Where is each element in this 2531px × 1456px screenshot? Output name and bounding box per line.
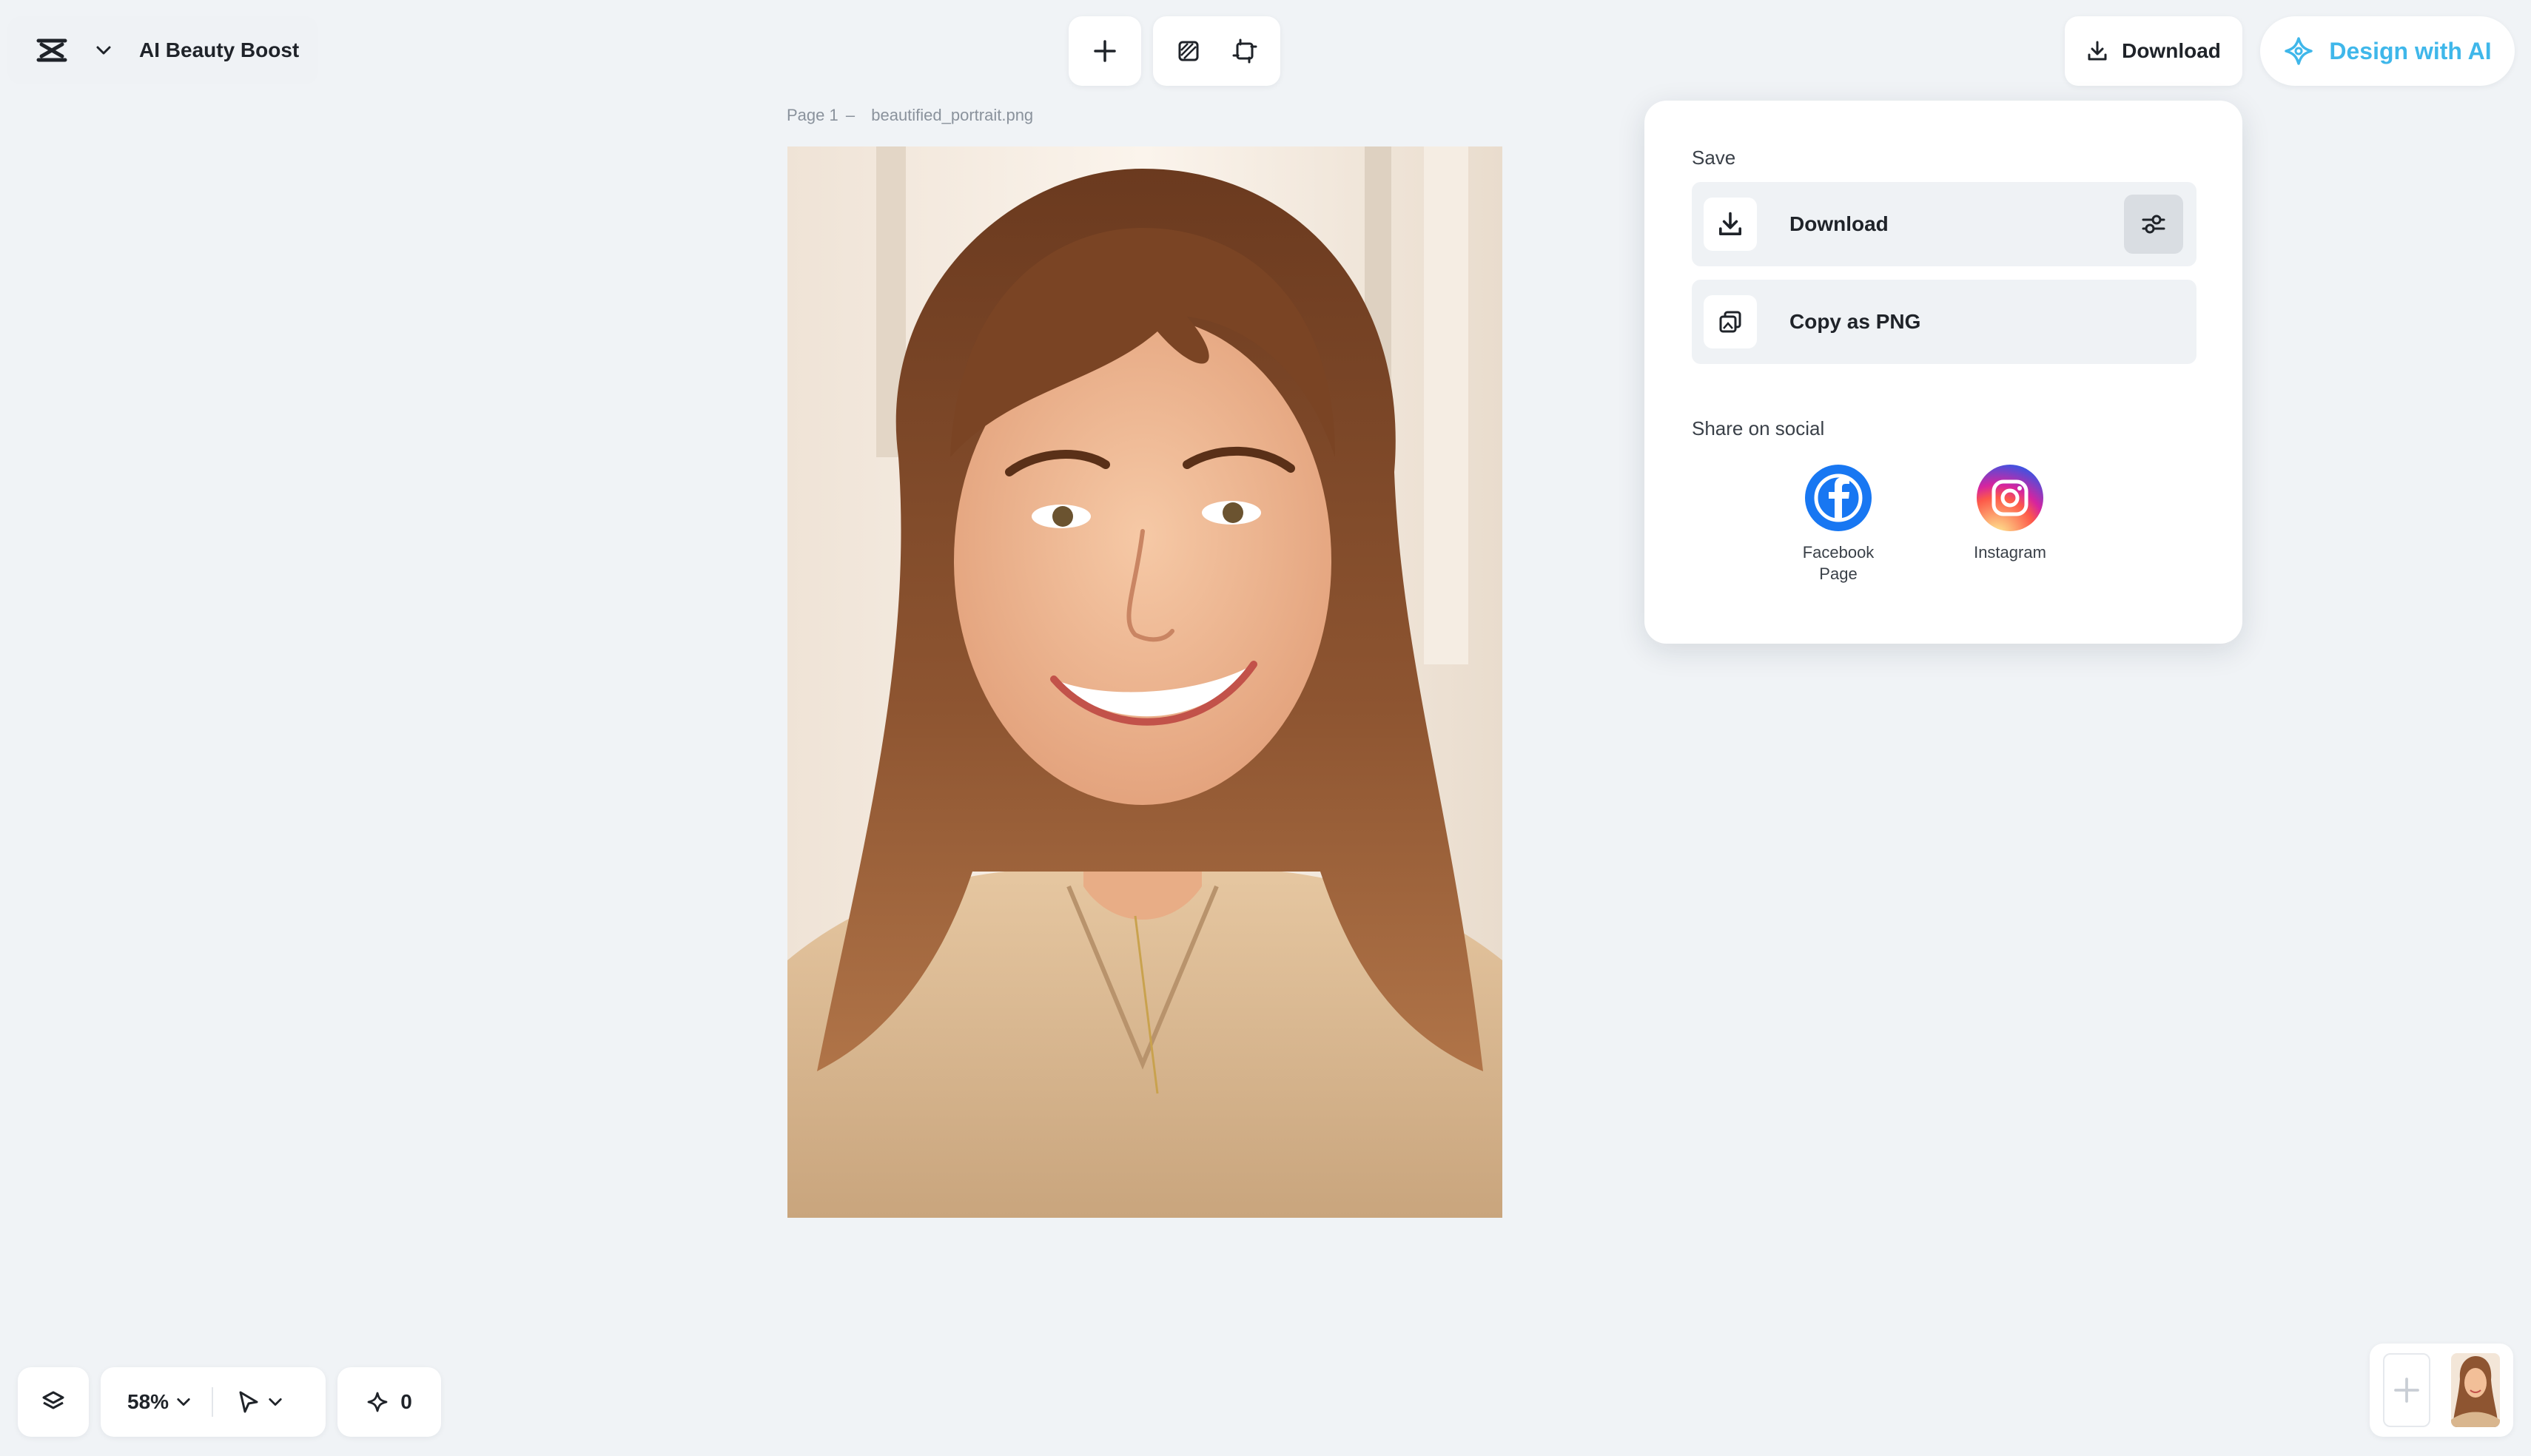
ai-sparkle-icon <box>2283 36 2314 67</box>
design-with-ai-label: Design with AI <box>2329 37 2492 64</box>
share-heading: Share on social <box>1692 417 1825 439</box>
download-settings-button[interactable] <box>2124 195 2183 254</box>
resize-icon <box>1232 38 1257 64</box>
instagram-icon <box>1977 465 2043 531</box>
instagram-label: Instagram <box>1974 543 2046 562</box>
page-separator: – <box>845 106 856 124</box>
facebook-icon <box>1805 465 1872 531</box>
download-button-label: Download <box>2122 39 2221 62</box>
zoom-level[interactable]: 58% <box>127 1390 169 1414</box>
zoom-control: 58% <box>101 1367 326 1437</box>
copy-as-png-label: Copy as PNG <box>1789 310 1921 333</box>
background-remove-icon <box>1177 39 1200 63</box>
plus-icon <box>1093 39 1117 63</box>
add-page-button[interactable] <box>2383 1353 2430 1427</box>
chevron-down-icon[interactable] <box>89 36 118 65</box>
download-dropdown: Save Download Copy as PNG Share on socia… <box>1644 101 2242 644</box>
pointer-chevron-down-icon[interactable] <box>268 1397 283 1407</box>
page-label: Page 1 – beautified_portrait.png <box>787 106 1033 125</box>
page-thumbnail[interactable] <box>2451 1353 2500 1427</box>
download-button[interactable]: Download <box>2065 16 2242 86</box>
copy-as-png-option[interactable]: Copy as PNG <box>1692 280 2196 364</box>
pages-panel <box>2370 1344 2513 1437</box>
sparkle-icon <box>366 1391 389 1413</box>
chevron-down-icon[interactable] <box>176 1397 191 1407</box>
layers-icon <box>41 1389 66 1415</box>
facebook-label: Facebook Page <box>1779 542 1898 584</box>
ai-credits-button[interactable]: 0 <box>337 1367 441 1437</box>
copy-icon <box>1704 295 1757 348</box>
download-icon <box>2086 40 2108 62</box>
download-option-label: Download <box>1789 212 1889 235</box>
sliders-icon <box>2140 211 2167 237</box>
share-instagram[interactable]: Instagram <box>1943 465 2077 563</box>
project-title[interactable]: AI Beauty Boost <box>139 38 299 62</box>
share-facebook-page[interactable]: Facebook Page <box>1772 465 1905 584</box>
capcut-logo-icon[interactable] <box>25 24 78 77</box>
ai-credits-count: 0 <box>400 1390 412 1413</box>
pointer-tool-icon[interactable] <box>237 1389 261 1415</box>
canvas-tools <box>1153 16 1280 86</box>
page-number: Page 1 <box>787 106 838 124</box>
divider <box>212 1387 214 1417</box>
download-option[interactable]: Download <box>1692 182 2196 266</box>
design-with-ai-button[interactable]: Design with AI <box>2260 16 2515 86</box>
background-remove-button[interactable] <box>1168 30 1209 72</box>
app-brand[interactable]: AI Beauty Boost <box>7 16 319 84</box>
facebook-label-line1: Facebook <box>1802 543 1875 562</box>
canvas-portrait-image[interactable] <box>787 146 1502 1218</box>
download-icon <box>1704 198 1757 251</box>
layers-button[interactable] <box>18 1367 89 1437</box>
file-name[interactable]: beautified_portrait.png <box>871 106 1033 124</box>
save-heading: Save <box>1692 146 1736 169</box>
facebook-label-line2: Page <box>1819 564 1858 583</box>
plus-icon <box>2392 1375 2421 1405</box>
add-element-button[interactable] <box>1069 16 1141 86</box>
resize-button[interactable] <box>1224 30 1266 72</box>
